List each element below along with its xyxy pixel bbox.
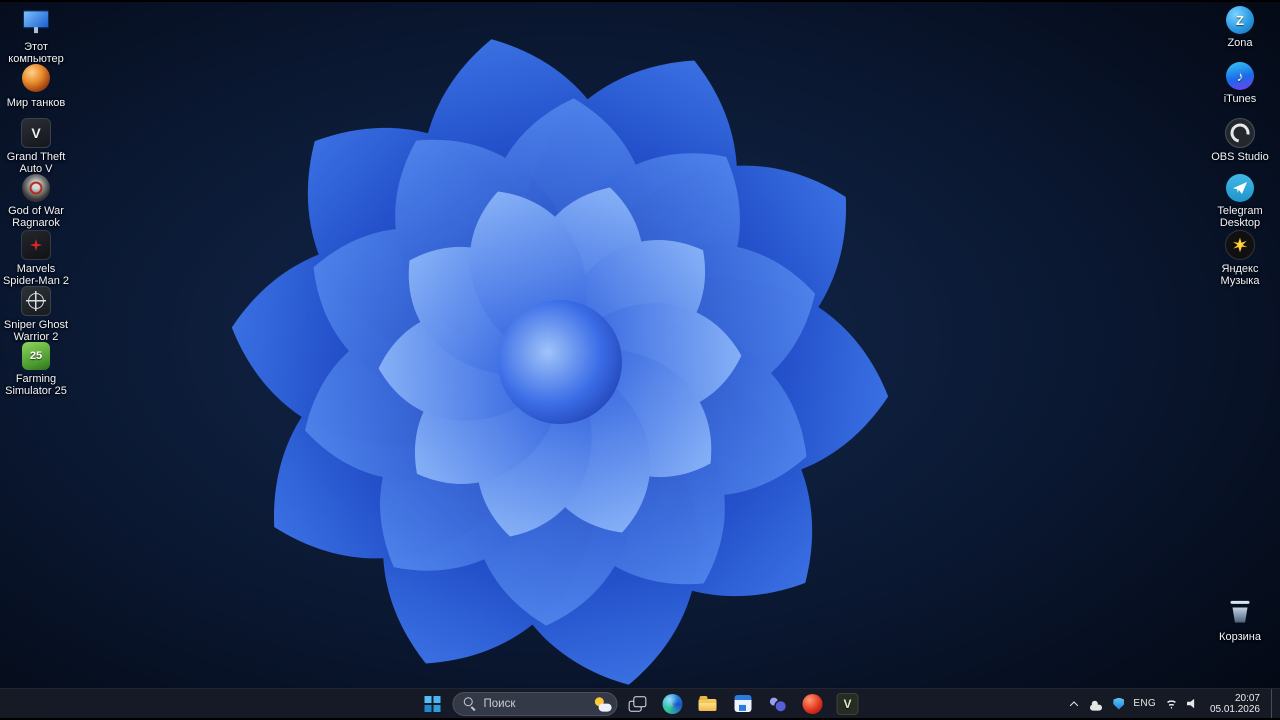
show-desktop-button[interactable] (1271, 689, 1276, 718)
desktop-icon-label: Farming Simulator 25 (5, 373, 67, 398)
desktop-icon-label: iTunes (1223, 93, 1257, 105)
desktop-icon-god-of-war[interactable]: God of War Ragnarok (0, 174, 72, 230)
desktop-icon-itunes[interactable]: ♪ iTunes (1204, 62, 1276, 115)
desktop-icon-label: Grand Theft Auto V (6, 151, 66, 176)
people-icon (768, 695, 788, 712)
farming-simulator-25-icon: 25 (22, 342, 50, 370)
gta-v-icon: V (21, 118, 51, 148)
itunes-icon: ♪ (1226, 62, 1254, 90)
desktop-icon-label: Мир танков (6, 97, 66, 109)
this-pc-icon (20, 6, 52, 38)
search-icon (464, 697, 477, 710)
security-tray-button[interactable] (1113, 697, 1125, 710)
clock[interactable]: 20:07 05.01.2026 (1208, 693, 1262, 715)
zona-letter: Z (1236, 12, 1244, 28)
desktop-icon-farming-simulator-25[interactable]: 25 Farming Simulator 25 (0, 342, 72, 398)
desktop-icon-column-right: Z Zona ♪ iTunes OBS Studio Telegram Desk… (1204, 6, 1276, 287)
desktop-icon-label: God of War Ragnarok (8, 205, 64, 230)
desktop-icon-label: Marvels Spider-Man 2 (2, 263, 70, 288)
desktop-icon-label: Sniper Ghost Warrior 2 (3, 319, 69, 344)
taskbar-center-group: Поиск V (418, 689, 863, 718)
edge-icon (662, 693, 683, 714)
desktop-icon-label: Яндекс Музыка (1220, 263, 1260, 288)
wifi-icon (1164, 698, 1178, 709)
language-label: ENG (1133, 698, 1156, 709)
zona-icon: Z (1226, 6, 1254, 34)
network-tray-button[interactable] (1164, 698, 1178, 709)
red-globe-icon (802, 693, 823, 714)
taskbar-app-file-explorer[interactable] (693, 691, 723, 717)
taskbar-app-vortex[interactable]: V (833, 691, 863, 717)
desktop-icon-gta-v[interactable]: V Grand Theft Auto V (0, 118, 72, 175)
v-letter-icon: V (836, 692, 859, 715)
task-view-icon (629, 696, 647, 712)
start-button[interactable] (418, 691, 448, 717)
desktop-icon-world-of-tanks[interactable]: Мир танков (0, 62, 72, 115)
language-indicator[interactable]: ENG (1133, 698, 1156, 709)
desktop-icon-yandex-music[interactable]: Яндекс Музыка (1204, 230, 1276, 287)
tank-emblem-icon (22, 64, 50, 92)
taskbar-search[interactable]: Поиск (452, 691, 618, 716)
desktop-icon-spider-man-2[interactable]: Marvels Spider-Man 2 (0, 230, 72, 287)
folder-icon (698, 696, 717, 711)
desktop-icon-zona[interactable]: Z Zona (1204, 6, 1276, 59)
cloud-icon (1088, 698, 1104, 709)
volume-tray-button[interactable] (1186, 698, 1199, 709)
vortex-letter: V (843, 696, 852, 711)
chevron-up-icon (1069, 699, 1079, 708)
taskbar-app-calendar[interactable] (728, 691, 758, 717)
volume-icon (1186, 698, 1195, 709)
gta-v-letter: V (31, 125, 41, 141)
farming-25-number: 25 (29, 350, 43, 362)
sniper-ghost-warrior-2-icon (21, 286, 51, 316)
desktop-icon-telegram-desktop[interactable]: Telegram Desktop (1204, 174, 1276, 230)
desktop-icon-label: Корзина (1219, 631, 1261, 643)
desktop-icon-label: Zona (1227, 37, 1253, 49)
taskbar-app-yandex-browser[interactable] (798, 691, 828, 717)
desktop-icon-label: OBS Studio (1211, 151, 1269, 163)
wallpaper (0, 0, 1280, 720)
letterbox-top (0, 0, 1280, 2)
windows-logo-icon (424, 695, 441, 712)
desktop-icon-column-left: Этот компьютер Мир танков V Grand Theft … (0, 6, 72, 398)
yandex-music-icon (1225, 230, 1255, 260)
weather-icon (592, 695, 614, 712)
music-note-icon: ♪ (1236, 68, 1244, 84)
desktop-icon-label: Telegram Desktop (1217, 205, 1263, 230)
desktop-icon-recycle-bin[interactable]: Корзина (1204, 596, 1276, 649)
clock-time: 20:07 (1234, 692, 1260, 704)
taskbar-app-people-chat[interactable] (763, 691, 793, 717)
world-of-tanks-icon (20, 62, 52, 94)
desktop: Этот компьютер Мир танков V Grand Theft … (0, 0, 1280, 720)
clock-date: 05.01.2026 (1209, 703, 1260, 715)
shield-icon (1113, 697, 1125, 710)
telegram-icon (1226, 174, 1254, 202)
desktop-icon-sniper-ghost-warrior-2[interactable]: Sniper Ghost Warrior 2 (0, 286, 72, 343)
onedrive-tray-button[interactable] (1088, 698, 1104, 709)
system-tray: ENG 20:07 05.01.2026 (1069, 689, 1280, 718)
taskbar: Поиск V ENG 20:07 05.01.2026 (0, 688, 1280, 718)
search-placeholder: Поиск (483, 697, 516, 710)
obs-studio-icon (1225, 118, 1255, 148)
taskbar-app-edge[interactable] (658, 691, 688, 717)
god-of-war-icon (22, 174, 50, 202)
desktop-icon-this-pc[interactable]: Этот компьютер (0, 6, 72, 65)
task-view-button[interactable] (623, 691, 653, 717)
spider-man-2-icon (21, 230, 51, 260)
desktop-icon-obs-studio[interactable]: OBS Studio (1204, 118, 1276, 171)
calendar-icon (734, 695, 751, 712)
hidden-icons-button[interactable] (1069, 699, 1079, 708)
recycle-bin-icon (1224, 596, 1256, 628)
